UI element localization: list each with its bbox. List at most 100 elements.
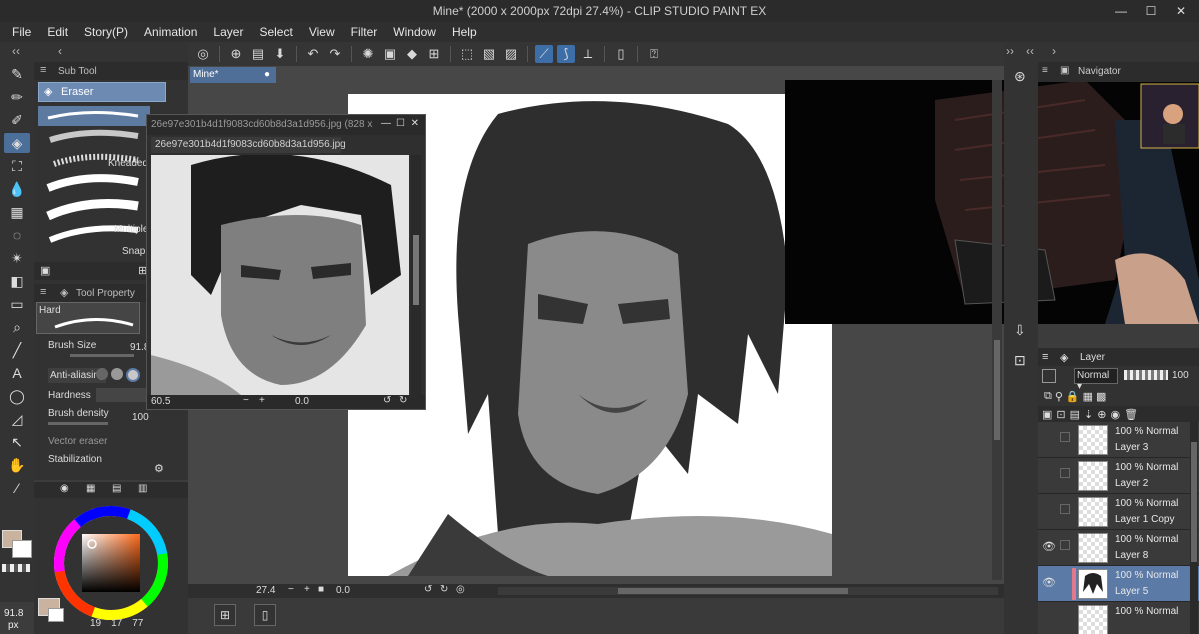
menu-view[interactable]: View	[301, 25, 343, 39]
close-button[interactable]: ✕	[1166, 2, 1196, 20]
snap-special-ruler-icon[interactable]: ⟆	[557, 45, 575, 63]
selection-border-icon[interactable]: ▨	[502, 45, 520, 63]
minimize-button[interactable]: —	[1106, 2, 1136, 20]
vertical-scrollbar[interactable]	[992, 80, 1002, 580]
reference-zoom-value[interactable]: 60.5	[151, 396, 170, 407]
intermediate-color-tab-icon[interactable]: ▤	[112, 483, 121, 494]
zoom-out-icon[interactable]: −	[243, 395, 249, 406]
layer-row[interactable]: 100 % Normal Layer 2	[1038, 458, 1199, 494]
layer-color-icon[interactable]	[1042, 369, 1056, 383]
rotate-left-icon[interactable]: ↺	[424, 584, 432, 595]
clip-studio-icon[interactable]: ◎	[194, 45, 212, 63]
antialias-weak-icon[interactable]	[111, 368, 123, 380]
document-tab[interactable]: Mine* ●	[190, 67, 276, 83]
chevron-right-icon[interactable]: ›	[1052, 44, 1056, 58]
sub-drawing-color[interactable]	[48, 608, 64, 622]
redo-icon[interactable]: ↷	[326, 45, 344, 63]
collapse-right-icon[interactable]: ››	[1006, 44, 1014, 58]
close-icon[interactable]: ✕	[411, 118, 419, 129]
balloon-tool-icon[interactable]: ◯	[4, 386, 30, 406]
eraser-tool-icon[interactable]: ◈	[4, 133, 30, 153]
mask-icon[interactable]: ▩	[1096, 390, 1106, 403]
reference-tab[interactable]: 26e97e301b4d1f9083cd60b8d3a1d956.jpg ✕	[151, 137, 346, 166]
brush-density-slider[interactable]	[48, 422, 108, 425]
subtool-group-eraser[interactable]: ◈ Eraser	[38, 82, 166, 102]
rotation-value[interactable]: 0.0	[336, 585, 350, 596]
minimize-icon[interactable]: —	[381, 118, 391, 129]
brush-tool-icon[interactable]: ✐	[4, 110, 30, 130]
import-icon[interactable]: ⇩	[1014, 322, 1026, 339]
layer-row[interactable]: 100 % Normal	[1038, 602, 1199, 634]
deselect-icon[interactable]: ⬚	[458, 45, 476, 63]
menu-icon[interactable]: ≡	[1042, 351, 1048, 363]
lock-icon[interactable]: 🔒	[1066, 390, 1080, 403]
antialias-none-icon[interactable]	[96, 368, 108, 380]
color-wheel-tab-icon[interactable]: ◉	[60, 483, 69, 494]
new-raster-layer-icon[interactable]: ▣	[1042, 408, 1052, 421]
transfer-down-icon[interactable]: ⇣	[1084, 408, 1093, 421]
reference-angle-value[interactable]: 0.0	[295, 396, 309, 407]
lock-checkbox[interactable]	[1060, 432, 1070, 442]
eyedropper-tool-icon[interactable]: ⁄	[4, 478, 30, 498]
fit-icon[interactable]: ■	[318, 584, 324, 595]
help-icon[interactable]: ⍰	[645, 45, 663, 63]
new-file-icon[interactable]: ⊕	[227, 45, 245, 63]
invert-selection-icon[interactable]: ▧	[480, 45, 498, 63]
menu-story[interactable]: Story(P)	[76, 25, 136, 39]
menu-icon[interactable]: ≡	[40, 286, 46, 298]
blend-tool-icon[interactable]: 💧	[4, 179, 30, 199]
operation-tool-icon[interactable]: ↖	[4, 432, 30, 452]
horizontal-scroll-thumb[interactable]	[618, 588, 848, 594]
merge-icon[interactable]: ⊕	[1097, 408, 1106, 421]
maximize-button[interactable]: ☐	[1136, 2, 1166, 20]
transform-icon[interactable]: ⊞	[425, 45, 443, 63]
snap-grid-icon[interactable]: ⟂	[579, 45, 597, 63]
pencil-tool-icon[interactable]: ✏	[4, 87, 30, 107]
close-tab-icon[interactable]: ●	[264, 67, 270, 83]
rotate-right-icon[interactable]: ↻	[440, 584, 448, 595]
layer-scrollbar[interactable]	[1190, 422, 1198, 634]
layer-row[interactable]: 100 % Normal Layer 3	[1038, 422, 1199, 458]
batch-icon[interactable]: ▯	[254, 604, 276, 626]
rotate-left-icon[interactable]: ↺	[383, 395, 391, 406]
menu-edit[interactable]: Edit	[39, 25, 76, 39]
blend-mode-select[interactable]: Normal ▾	[1074, 368, 1118, 392]
reference-photo[interactable]	[151, 155, 409, 395]
delete-layer-icon[interactable]: 🗑	[1124, 408, 1138, 421]
chevron-left-icon[interactable]: ‹	[58, 44, 62, 58]
open-folder-icon[interactable]: ▤	[249, 45, 267, 63]
zoom-in-icon[interactable]: +	[304, 584, 310, 595]
device-icon[interactable]: ▯	[612, 45, 630, 63]
menu-icon[interactable]: ≡	[40, 64, 46, 76]
zoom-out-icon[interactable]: −	[288, 584, 294, 595]
decoration-tool-icon[interactable]: ⛶	[4, 156, 30, 176]
transparent-color-swatch[interactable]	[2, 564, 30, 572]
brush-size-slider[interactable]	[70, 354, 134, 357]
menu-icon[interactable]: ≡	[1042, 65, 1048, 76]
visibility-eye-icon[interactable]: 👁	[1042, 540, 1056, 553]
lasso-tool-icon[interactable]: ◌	[4, 225, 30, 245]
menu-file[interactable]: File	[4, 25, 39, 39]
reference-scrollbar[interactable]	[411, 155, 421, 395]
lock-checkbox[interactable]	[1060, 468, 1070, 478]
new-folder-icon[interactable]: ▤	[1070, 408, 1080, 421]
zoom-value[interactable]: 27.4	[256, 585, 275, 596]
snap-ruler-icon[interactable]: ⟋	[535, 45, 553, 63]
lock-checkbox[interactable]	[1060, 504, 1070, 514]
lock-checkbox[interactable]	[1060, 540, 1070, 550]
opacity-slider[interactable]	[1124, 370, 1168, 380]
zoom-in-icon[interactable]: +	[259, 395, 265, 406]
vertical-scroll-thumb[interactable]	[994, 340, 1000, 440]
menu-layer[interactable]: Layer	[205, 25, 251, 39]
line-tool-icon[interactable]: ╱	[4, 340, 30, 360]
hardness-slider[interactable]	[96, 388, 146, 402]
vector-eraser-label[interactable]: Vector eraser	[48, 436, 107, 447]
color-wheel[interactable]	[52, 504, 170, 622]
loading-icon[interactable]: ✺	[359, 45, 377, 63]
visibility-eye-icon[interactable]: 👁	[1042, 576, 1056, 589]
antialias-medium-icon[interactable]	[126, 368, 140, 382]
menu-help[interactable]: Help	[444, 25, 485, 39]
reference-scroll-thumb[interactable]	[413, 235, 419, 305]
opacity-value[interactable]: 100	[1172, 370, 1189, 381]
subtool-settings-icon[interactable]: ▣	[40, 264, 50, 277]
